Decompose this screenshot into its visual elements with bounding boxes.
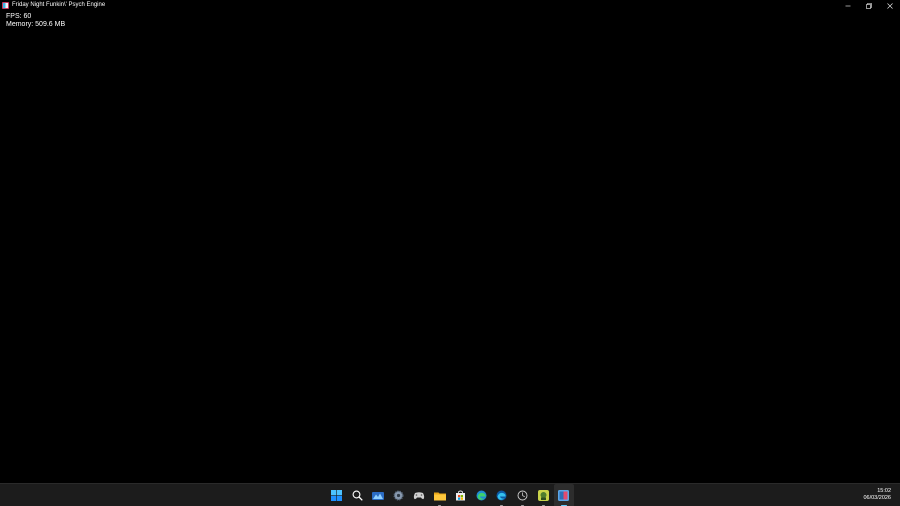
- game-canvas[interactable]: [0, 11, 900, 483]
- close-icon: [886, 2, 893, 9]
- screen: Friday Night Funkin\' Psych Engine FPS: …: [0, 0, 900, 506]
- taskbar-widgets-button[interactable]: [367, 484, 388, 506]
- close-button[interactable]: [879, 0, 900, 11]
- taskbar-fnf-game-button[interactable]: [553, 484, 575, 506]
- fnf-app-icon: [558, 490, 570, 501]
- taskbar-search-button[interactable]: [347, 484, 368, 506]
- taskbar-controller-button[interactable]: [409, 484, 430, 506]
- system-clock[interactable]: 15:02 06/03/2026: [863, 488, 891, 502]
- restore-icon: [865, 2, 872, 9]
- minimize-icon: [845, 5, 850, 6]
- taskbar-file-explorer-button[interactable]: [429, 484, 450, 506]
- window-titlebar[interactable]: Friday Night Funkin\' Psych Engine: [0, 0, 900, 11]
- search-icon: [352, 490, 363, 501]
- widgets-icon: [371, 491, 384, 500]
- edge-dev-icon: [476, 490, 487, 501]
- taskbar-edge-button[interactable]: [492, 484, 513, 506]
- fnf-app-icon: [2, 2, 9, 9]
- taskbar-clock-app-button[interactable]: [512, 484, 533, 506]
- taskbar-store-button[interactable]: [450, 484, 471, 506]
- window-controls: [837, 0, 900, 11]
- green-app-icon: [537, 490, 549, 501]
- maximize-button[interactable]: [858, 0, 879, 11]
- controller-icon: [413, 492, 425, 500]
- store-icon: [455, 490, 465, 501]
- taskbar-start-button[interactable]: [326, 484, 347, 506]
- window-title: Friday Night Funkin\' Psych Engine: [12, 2, 106, 8]
- clock-time: 15:02: [877, 488, 891, 494]
- windows-start-icon: [330, 490, 342, 501]
- fps-counter: FPS: 60 Memory: 509.6 MB: [6, 13, 65, 29]
- taskbar-green-app-button[interactable]: [533, 484, 554, 506]
- taskbar-apps: [326, 484, 575, 506]
- clock-app-icon: [517, 490, 528, 501]
- minimize-button[interactable]: [837, 0, 858, 11]
- taskbar: 15:02 06/03/2026: [0, 483, 900, 506]
- folder-icon: [433, 492, 446, 500]
- taskbar-edge-dev-button[interactable]: [471, 484, 492, 506]
- taskbar-settings-button[interactable]: [388, 484, 409, 506]
- memory-text: Memory: 509.6 MB: [6, 21, 66, 28]
- clock-date: 06/03/2026: [863, 495, 891, 501]
- fps-text: FPS: 60: [6, 13, 32, 20]
- gear-icon: [393, 490, 404, 501]
- edge-icon: [496, 490, 507, 501]
